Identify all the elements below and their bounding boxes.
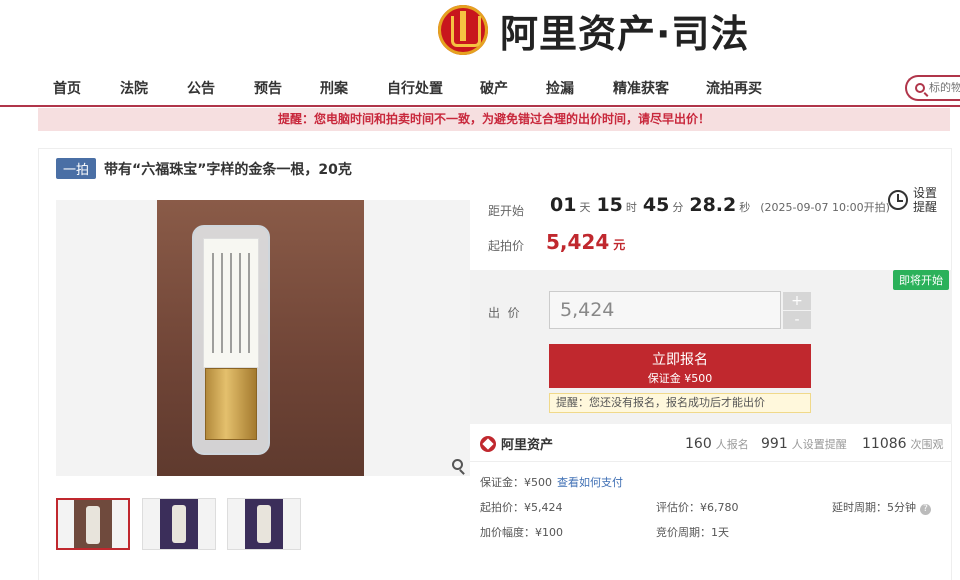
signup-button[interactable]: 立即报名 保证金 ¥500 xyxy=(549,344,811,388)
alibaba-assets-brand: 阿里资产 xyxy=(480,434,553,453)
search-input[interactable] xyxy=(929,82,960,94)
thumbnail-1[interactable] xyxy=(56,498,130,550)
main-nav: 首页 法院 公告 预告 刑案 自行处置 破产 捡漏 精准获客 流拍再买 xyxy=(0,72,960,104)
signup-count: 160 人报名 xyxy=(685,436,749,452)
countdown-minutes: 45 xyxy=(642,194,670,216)
site-logo[interactable]: 阿里资产·司法 xyxy=(438,2,749,58)
item-title-row: 一拍 带有“六福珠宝”字样的金条一根，20克 xyxy=(56,158,352,179)
search-box[interactable] xyxy=(905,75,960,101)
bid-label: 出 价 xyxy=(488,306,520,320)
nav-item-court[interactable]: 法院 xyxy=(120,78,148,98)
countdown-timer: 01 天 15 时 45 分 28.2 秒 (2025-09-07 10:00开拍) xyxy=(550,194,890,216)
countdown-hours: 15 xyxy=(596,194,623,216)
countdown-seconds: 28.2 xyxy=(689,194,737,216)
how-to-pay-link[interactable]: 查看如何支付 xyxy=(557,474,623,490)
nav-item-self-disposal[interactable]: 自行处置 xyxy=(387,78,443,98)
auction-round-badge: 一拍 xyxy=(56,158,97,179)
deposit-label: 保证金 ¥500 xyxy=(647,372,713,385)
nav-item-bargain[interactable]: 捡漏 xyxy=(546,78,574,98)
start-price-label: 起拍价 xyxy=(488,239,525,253)
increment-info: 加价幅度：¥100 xyxy=(480,526,563,539)
logo-text: 阿里资产·司法 xyxy=(500,11,750,56)
assessed-price-info: 评估价：¥6,780 xyxy=(656,501,739,514)
signup-label: 立即报名 xyxy=(652,352,708,368)
nav-item-home[interactable]: 首页 xyxy=(53,78,81,98)
bidding-cycle-info: 竞价周期：1天 xyxy=(656,526,729,539)
delay-period-info: 延时周期：5分钟? xyxy=(832,499,931,515)
auction-start-time: (2025-09-07 10:00开拍) xyxy=(760,201,890,214)
nav-item-customer-acquisition[interactable]: 精准获客 xyxy=(613,78,669,98)
reminder-count: 991 人设置提醒 xyxy=(761,436,847,452)
court-emblem-icon xyxy=(438,5,488,55)
deposit-info: 保证金：¥500 xyxy=(480,476,552,489)
decrease-bid-button[interactable]: - xyxy=(783,311,811,329)
countdown-days: 01 xyxy=(550,194,577,216)
bid-amount-input[interactable]: 5,424 xyxy=(549,291,781,329)
thumbnail-2[interactable] xyxy=(142,498,216,550)
nav-item-bankruptcy[interactable]: 破产 xyxy=(480,78,508,98)
brand-name: 阿里资产 xyxy=(501,438,554,453)
thumbnail-3[interactable] xyxy=(227,498,301,550)
zoom-icon[interactable] xyxy=(452,459,468,475)
nav-item-rebuy[interactable]: 流拍再买 xyxy=(706,78,762,98)
item-photo[interactable] xyxy=(157,200,364,476)
start-price-info: 起拍价：¥5,424 xyxy=(480,501,563,514)
set-reminder-label: 设置提醒 xyxy=(913,186,938,214)
increase-bid-button[interactable]: + xyxy=(783,292,811,310)
clock-icon xyxy=(888,190,908,210)
help-icon[interactable]: ? xyxy=(920,504,931,515)
stats-divider xyxy=(470,461,952,462)
signup-tip: 提醒：您还没有报名，报名成功后才能出价 xyxy=(549,393,811,413)
set-reminder-button[interactable]: 设置提醒 xyxy=(888,186,939,214)
alibaba-icon xyxy=(480,435,496,452)
nav-item-announcement[interactable]: 公告 xyxy=(187,78,215,98)
start-price: 5,424 元 xyxy=(546,230,625,254)
nav-item-preview[interactable]: 预告 xyxy=(254,78,282,98)
view-count: 11086 次围观 xyxy=(862,436,944,452)
item-title: 带有“六福珠宝”字样的金条一根，20克 xyxy=(104,161,352,178)
status-badge: 即将开始 xyxy=(893,270,949,290)
nav-divider xyxy=(0,105,960,107)
search-icon[interactable] xyxy=(915,83,925,93)
nav-item-criminal[interactable]: 刑案 xyxy=(320,78,348,98)
start-price-value: 5,424 xyxy=(546,230,610,254)
countdown-label: 距开始 xyxy=(488,204,525,218)
start-price-unit: 元 xyxy=(613,238,626,252)
time-warning-notice: 提醒：您电脑时间和拍卖时间不一致，为避免错过合理的出价时间，请尽早出价！ xyxy=(38,108,950,131)
